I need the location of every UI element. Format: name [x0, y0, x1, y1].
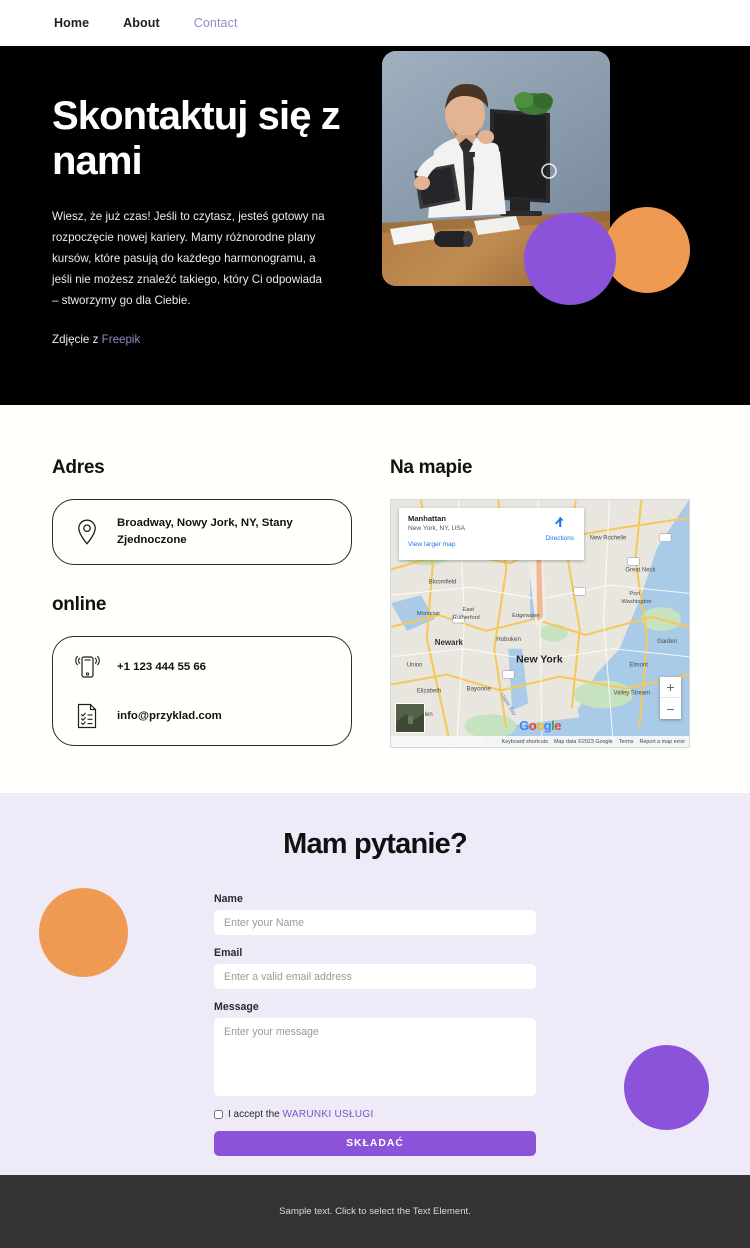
view-larger-map-link[interactable]: View larger map [408, 541, 575, 548]
google-map[interactable]: Paramus New Rochelle Bloomfield Great Ne… [390, 499, 690, 748]
google-logo: Google [519, 718, 561, 733]
location-pin-icon [73, 519, 101, 545]
nav-item-about[interactable]: About [121, 12, 162, 34]
phone-row[interactable]: +1 123 444 55 66 [73, 653, 331, 681]
name-label: Name [214, 893, 243, 905]
svg-text:Rutherford: Rutherford [453, 615, 480, 621]
terms-prefix: I accept the [228, 1109, 283, 1120]
street-view-thumbnail[interactable] [395, 703, 425, 733]
submit-button[interactable]: SKŁADAĆ [214, 1131, 536, 1156]
decorative-circle-orange-hero [604, 207, 690, 293]
decorative-circle-orange-form [39, 888, 128, 977]
svg-text:New Rochelle: New Rochelle [590, 536, 627, 542]
form-title: Mam pytanie? [283, 828, 468, 860]
message-textarea[interactable] [214, 1018, 536, 1096]
map-column: Na mapie New Rochelle Bloomfield Great N… [390, 457, 698, 793]
map-attribution-bar: Keyboard shortcuts Map data ©2023 Google… [391, 736, 689, 747]
map-zoom-out-button[interactable]: − [660, 698, 681, 719]
svg-text:Elizabeth: Elizabeth [417, 688, 441, 694]
online-heading: online [52, 594, 107, 615]
map-zoom-in-button[interactable]: + [660, 677, 681, 698]
svg-text:Hoboken: Hoboken [496, 636, 521, 643]
svg-text:Great Neck: Great Neck [625, 567, 655, 573]
directions-label: Directions [545, 535, 574, 542]
freepik-link[interactable]: Freepik [102, 333, 141, 346]
svg-text:Bloomfield: Bloomfield [429, 579, 457, 585]
hero-credit-prefix: Zdjęcie z [52, 333, 102, 347]
address-heading: Adres [52, 457, 105, 478]
map-zoom-controls: + − [660, 677, 681, 719]
phone-value: +1 123 444 55 66 [117, 660, 206, 673]
terms-link[interactable]: Terms [619, 739, 634, 745]
nav-item-contact[interactable]: Contact [192, 12, 240, 34]
map-heading: Na mapie [390, 457, 473, 478]
directions-button[interactable]: Directions [546, 515, 574, 542]
nav-item-home[interactable]: Home [52, 12, 91, 34]
message-label: Message [214, 1001, 259, 1013]
decorative-circle-purple-hero [524, 213, 616, 305]
svg-text:Valley Stream: Valley Stream [614, 690, 651, 696]
document-list-icon [73, 703, 101, 729]
contact-section: Adres Broadway, Nowy Jork, NY, Stany Zje… [0, 405, 750, 793]
address-value: Broadway, Nowy Jork, NY, Stany Zjednoczo… [117, 517, 293, 546]
terms-acceptance-row: I accept the WARUNKI USŁUGI [214, 1109, 536, 1120]
report-map-error-link[interactable]: Report a map error [639, 739, 685, 745]
svg-text:Edgewater: Edgewater [512, 613, 540, 619]
svg-text:Port: Port [629, 591, 640, 597]
page-root: Home About Contact Skontaktuj się z nami… [0, 0, 750, 1248]
svg-text:Newark: Newark [435, 638, 464, 647]
svg-text:Bayonne: Bayonne [466, 685, 491, 692]
svg-text:East: East [463, 607, 475, 613]
main-navigation: Home About Contact [0, 0, 750, 46]
question-form-section: Mam pytanie? Name Email Message I accept… [0, 793, 750, 1175]
keyboard-shortcuts-link[interactable]: Keyboard shortcuts [501, 739, 547, 745]
footer-text[interactable]: Sample text. Click to select the Text El… [279, 1206, 471, 1217]
svg-text:Montclair: Montclair [417, 611, 440, 617]
email-value: info@przyklad.com [117, 709, 222, 722]
svg-text:Washington: Washington [621, 599, 651, 605]
contact-form: Name Email Message I accept the WARUNKI … [214, 893, 536, 1156]
mobile-phone-icon [73, 653, 101, 681]
hero-credit: Zdjęcie z Freepik [52, 333, 382, 346]
hero-title: Skontaktuj się z nami [52, 94, 341, 183]
terms-label: I accept the WARUNKI USŁUGI [228, 1109, 374, 1120]
terms-checkbox[interactable] [214, 1110, 223, 1119]
directions-arrow-icon [554, 516, 564, 527]
email-label: Email [214, 947, 243, 959]
map-data-text: Map data ©2023 Google [553, 738, 613, 745]
name-input[interactable] [214, 910, 536, 935]
terms-of-service-link[interactable]: WARUNKI USŁUGI [282, 1109, 373, 1120]
hero-paragraph: Wiesz, że już czas! Jeśli to czytasz, je… [52, 209, 325, 307]
svg-text:Union: Union [407, 663, 423, 669]
hero-section: Skontaktuj się z nami Wiesz, że już czas… [0, 46, 750, 405]
svg-text:Elmont: Elmont [629, 663, 648, 669]
svg-text:Garden: Garden [657, 639, 677, 645]
email-input[interactable] [214, 964, 536, 989]
online-card: +1 123 444 55 66 info@przyklad.com [52, 636, 352, 746]
decorative-circle-purple-form [624, 1045, 709, 1130]
contact-column: Adres Broadway, Nowy Jork, NY, Stany Zje… [52, 457, 352, 793]
address-card[interactable]: Broadway, Nowy Jork, NY, Stany Zjednoczo… [52, 499, 352, 565]
footer: Sample text. Click to select the Text El… [0, 1175, 750, 1248]
svg-text:New York: New York [516, 655, 563, 666]
map-place-card[interactable]: Manhattan New York, NY, USA View larger … [399, 508, 584, 560]
hero-text-column: Skontaktuj się z nami Wiesz, że już czas… [52, 46, 382, 405]
email-row[interactable]: info@przyklad.com [73, 703, 331, 729]
hero-image-column [382, 46, 698, 405]
